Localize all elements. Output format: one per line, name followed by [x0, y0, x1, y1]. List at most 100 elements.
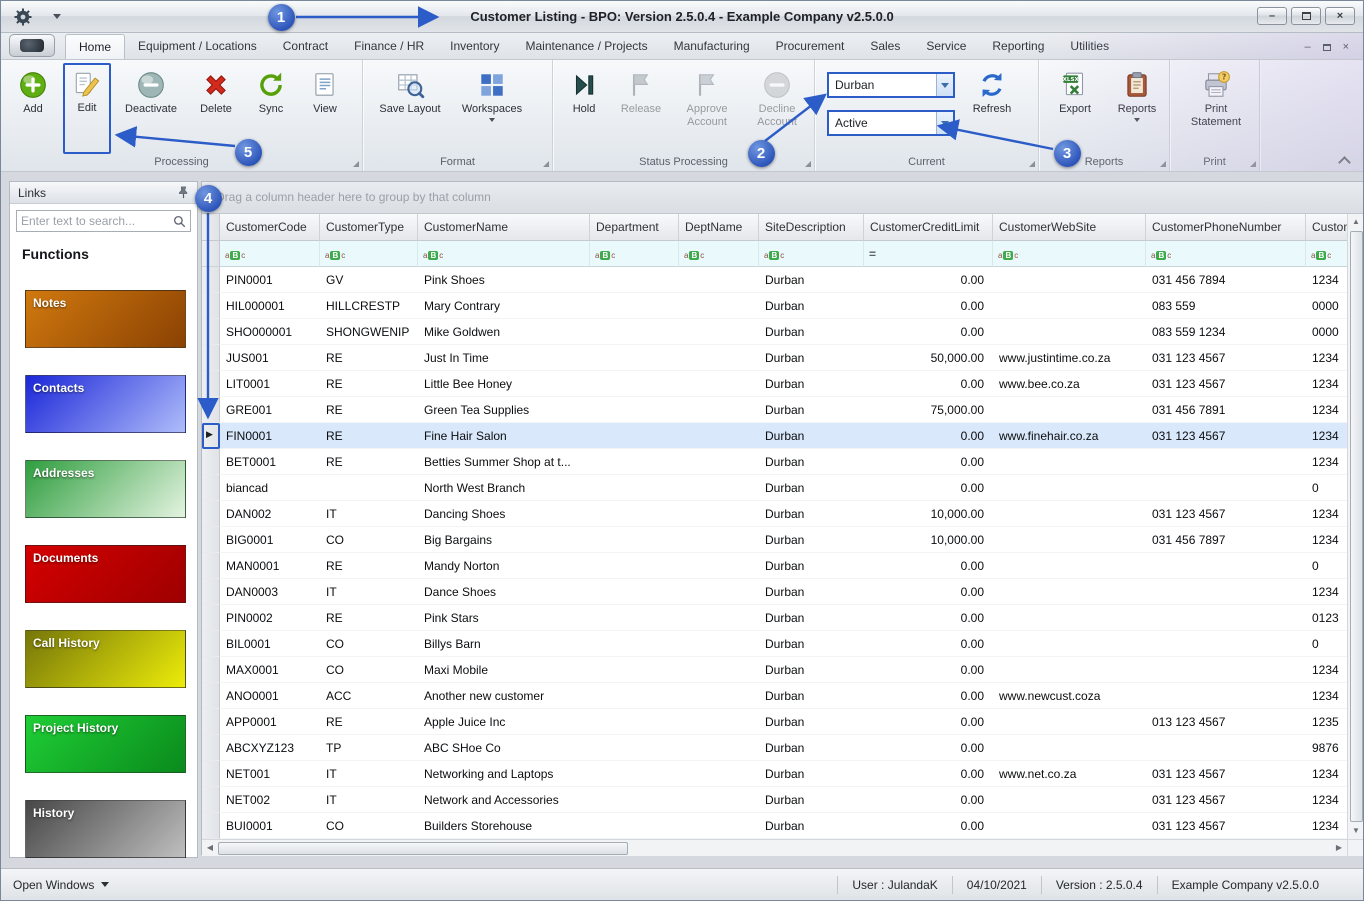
- row-indicator[interactable]: [202, 787, 220, 813]
- row-indicator[interactable]: [202, 319, 220, 345]
- cell[interactable]: [1146, 475, 1306, 501]
- cell[interactable]: www.net.co.za: [993, 761, 1146, 787]
- cell[interactable]: [679, 813, 759, 839]
- cell[interactable]: NET002: [220, 787, 320, 813]
- cell[interactable]: [590, 449, 679, 475]
- cell[interactable]: [590, 683, 679, 709]
- cell[interactable]: [679, 423, 759, 449]
- row-indicator[interactable]: [202, 397, 220, 423]
- cell[interactable]: Big Bargains: [418, 527, 590, 553]
- cell[interactable]: 1234: [1306, 371, 1347, 397]
- cell[interactable]: [590, 501, 679, 527]
- table-row[interactable]: DAN002 IT Dancing Shoes Durban 10,000.00 031 …: [202, 501, 1347, 527]
- cell[interactable]: BIL0001: [220, 631, 320, 657]
- filter-cell[interactable]: aBc: [220, 241, 320, 267]
- cell[interactable]: Durban: [759, 319, 864, 345]
- cell[interactable]: IT: [320, 761, 418, 787]
- cell[interactable]: 10,000.00: [864, 527, 993, 553]
- cell[interactable]: RE: [320, 449, 418, 475]
- cell[interactable]: RE: [320, 423, 418, 449]
- cell[interactable]: Durban: [759, 579, 864, 605]
- tab-contract[interactable]: Contract: [270, 34, 341, 58]
- row-indicator[interactable]: [202, 761, 220, 787]
- dialog-launcher-icon[interactable]: [805, 161, 811, 167]
- cell[interactable]: biancad: [220, 475, 320, 501]
- cell[interactable]: Durban: [759, 553, 864, 579]
- view-button[interactable]: View: [301, 63, 349, 154]
- table-row[interactable]: LIT0001 RE Little Bee Honey Durban 0.00 www.b…: [202, 371, 1347, 397]
- tab-equipment-locations[interactable]: Equipment / Locations: [125, 34, 270, 58]
- cell[interactable]: 0.00: [864, 657, 993, 683]
- cell[interactable]: RE: [320, 553, 418, 579]
- cell[interactable]: 50,000.00: [864, 345, 993, 371]
- cell[interactable]: [590, 579, 679, 605]
- cell[interactable]: Pink Stars: [418, 605, 590, 631]
- cell[interactable]: 1234: [1306, 527, 1347, 553]
- scroll-right-icon[interactable]: ▶: [1331, 840, 1347, 856]
- cell[interactable]: 0.00: [864, 683, 993, 709]
- search-icon[interactable]: [172, 214, 187, 229]
- filter-cell[interactable]: aBc: [1146, 241, 1306, 267]
- tab-sales[interactable]: Sales: [857, 34, 913, 58]
- row-indicator[interactable]: [202, 371, 220, 397]
- cell[interactable]: [590, 397, 679, 423]
- cell[interactable]: 1234: [1306, 267, 1347, 293]
- delete-button[interactable]: Delete: [191, 63, 241, 154]
- workspaces-button[interactable]: Workspaces: [455, 63, 529, 154]
- cell[interactable]: [679, 397, 759, 423]
- maximize-button[interactable]: [1291, 7, 1321, 25]
- tab-reporting[interactable]: Reporting: [979, 34, 1057, 58]
- cell[interactable]: [993, 657, 1146, 683]
- print-statement-button[interactable]: ? Print Statement: [1178, 63, 1254, 154]
- cell[interactable]: Durban: [759, 267, 864, 293]
- cell[interactable]: 0.00: [864, 631, 993, 657]
- cell[interactable]: [993, 397, 1146, 423]
- add-button[interactable]: Add: [9, 63, 57, 154]
- cell[interactable]: Durban: [759, 605, 864, 631]
- cell[interactable]: [590, 631, 679, 657]
- column-header-department[interactable]: Department: [590, 214, 679, 241]
- application-menu-button[interactable]: [9, 34, 55, 57]
- cell[interactable]: [590, 319, 679, 345]
- cell[interactable]: ABC SHoe Co: [418, 735, 590, 761]
- cell[interactable]: Durban: [759, 293, 864, 319]
- cell[interactable]: PIN0001: [220, 267, 320, 293]
- table-row[interactable]: MAX0001 CO Maxi Mobile Durban 0.00 1234: [202, 657, 1347, 683]
- dialog-launcher-icon[interactable]: [353, 161, 359, 167]
- collapse-ribbon-icon[interactable]: [1335, 155, 1353, 167]
- column-header-customercreditlimit[interactable]: CustomerCreditLimit: [864, 214, 993, 241]
- cell[interactable]: [993, 709, 1146, 735]
- cell[interactable]: 0.00: [864, 787, 993, 813]
- selected-row-indicator[interactable]: ▶: [202, 423, 220, 449]
- row-indicator[interactable]: [202, 449, 220, 475]
- column-header-sitedescription[interactable]: SiteDescription: [759, 214, 864, 241]
- cell[interactable]: [1146, 579, 1306, 605]
- vertical-scrollbar[interactable]: ▲ ▼: [1347, 214, 1363, 839]
- cell[interactable]: [590, 813, 679, 839]
- table-row[interactable]: ANO0001 ACC Another new customer Durban 0.00…: [202, 683, 1347, 709]
- filter-cell[interactable]: aBc: [759, 241, 864, 267]
- cell[interactable]: [993, 605, 1146, 631]
- row-indicator[interactable]: [202, 683, 220, 709]
- cell[interactable]: PIN0002: [220, 605, 320, 631]
- cell[interactable]: www.newcust.coza: [993, 683, 1146, 709]
- table-row[interactable]: NET002 IT Network and Accessories Durban 0.0…: [202, 787, 1347, 813]
- pin-icon[interactable]: [176, 185, 191, 200]
- cell[interactable]: 1234: [1306, 423, 1347, 449]
- cell[interactable]: [679, 527, 759, 553]
- cell[interactable]: DAN002: [220, 501, 320, 527]
- cell[interactable]: 0: [1306, 553, 1347, 579]
- cell[interactable]: Durban: [759, 397, 864, 423]
- cell[interactable]: [1146, 657, 1306, 683]
- sidebar-item-notes[interactable]: Notes: [25, 290, 186, 348]
- column-header-customername[interactable]: CustomerName: [418, 214, 590, 241]
- cell[interactable]: 0.00: [864, 293, 993, 319]
- cell[interactable]: BUI0001: [220, 813, 320, 839]
- cell[interactable]: 031 123 4567: [1146, 501, 1306, 527]
- table-row[interactable]: MAN0001 RE Mandy Norton Durban 0.00 0: [202, 553, 1347, 579]
- cell[interactable]: [590, 267, 679, 293]
- cell[interactable]: Durban: [759, 683, 864, 709]
- cell[interactable]: 031 123 4567: [1146, 345, 1306, 371]
- filter-cell[interactable]: aBc: [320, 241, 418, 267]
- cell[interactable]: 0.00: [864, 475, 993, 501]
